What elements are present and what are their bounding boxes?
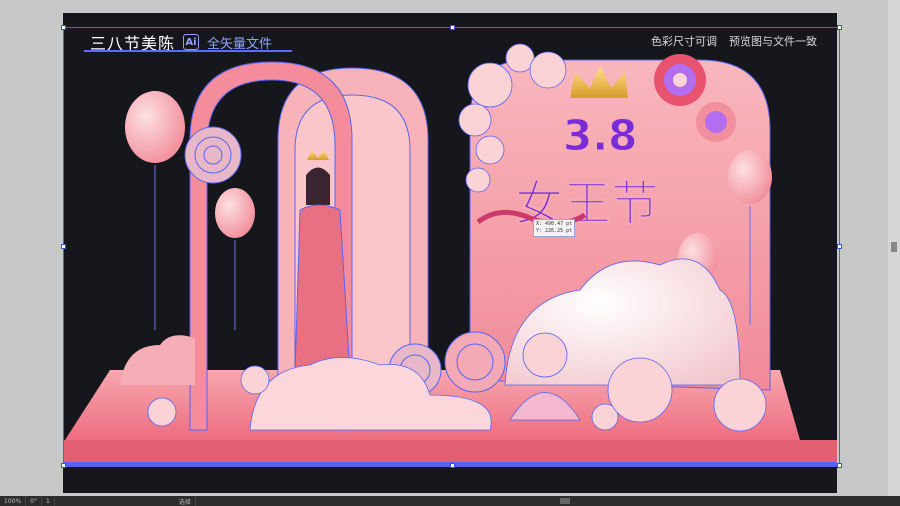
title-underline [84,50,292,52]
vertical-scroll-thumb[interactable] [891,242,897,252]
page-number[interactable]: 1 [42,496,55,506]
current-tool: 选择 [175,496,196,506]
ai-file-icon: Ai [183,34,200,50]
readout-y: Y: 226.25 pt [536,228,573,234]
header-notes: 色彩尺寸可调 预览图与文件一致 [651,33,817,49]
cloud-left [120,335,195,385]
rose-top-left [184,126,242,184]
zoom-level[interactable]: 100% [0,496,27,506]
vertical-scrollbar[interactable] [888,0,900,496]
page-subtitle: 全矢量文件 [207,36,273,52]
balloon-left-large [125,91,185,330]
rotation-value[interactable]: 0° [26,496,42,506]
flower-small-right [696,102,736,142]
horizontal-scroll-thumb[interactable] [560,498,570,504]
title-main-text: 3.8 [563,111,637,160]
balloon-left-small [215,188,255,330]
artwork-illustration[interactable]: 3.8 女王节 [0,0,900,506]
coordinate-readout: X: 490.47 pt Y: 226.25 pt [533,219,576,237]
rose-bottom-right [444,331,506,393]
flower-top-right [654,54,706,106]
note-preview-match: 预览图与文件一致 [729,35,817,48]
status-bar: 100% 0° 1 选择 [0,496,900,506]
note-color-size: 色彩尺寸可调 [651,35,717,48]
readout-x: X: 490.47 pt [536,221,573,227]
